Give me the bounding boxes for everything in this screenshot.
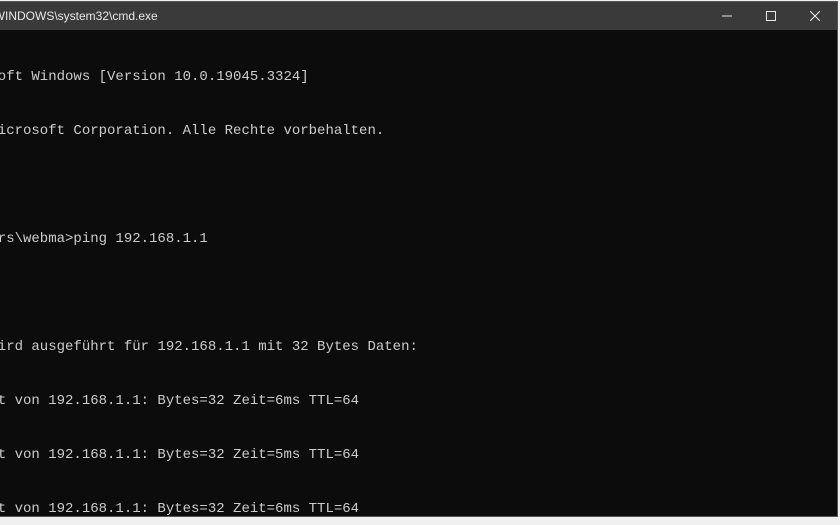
output-line — [0, 284, 837, 302]
minimize-icon — [722, 11, 732, 21]
terminal-output[interactable]: osoft Windows [Version 10.0.19045.3324] … — [0, 30, 837, 516]
output-line: wird ausgeführt für 192.168.1.1 mit 32 B… — [0, 338, 837, 356]
window-title: :\WINDOWS\system32\cmd.exe — [0, 9, 158, 23]
output-line: Microsoft Corporation. Alle Rechte vorbe… — [0, 122, 837, 140]
window-controls — [705, 2, 837, 30]
close-button[interactable] — [793, 2, 837, 30]
output-line: osoft Windows [Version 10.0.19045.3324] — [0, 68, 837, 86]
minimize-button[interactable] — [705, 2, 749, 30]
maximize-icon — [766, 11, 776, 21]
titlebar[interactable]: :\WINDOWS\system32\cmd.exe — [0, 2, 837, 30]
maximize-button[interactable] — [749, 2, 793, 30]
prompt-line: sers\webma>ping 192.168.1.1 — [0, 230, 837, 248]
cmd-window: :\WINDOWS\system32\cmd.exe osoft Windows… — [0, 1, 838, 517]
close-icon — [810, 11, 820, 21]
output-line: ort von 192.168.1.1: Bytes=32 Zeit=6ms T… — [0, 500, 837, 516]
output-line: ort von 192.168.1.1: Bytes=32 Zeit=5ms T… — [0, 446, 837, 464]
output-line — [0, 176, 837, 194]
titlebar-left: :\WINDOWS\system32\cmd.exe — [0, 9, 158, 23]
output-line: ort von 192.168.1.1: Bytes=32 Zeit=6ms T… — [0, 392, 837, 410]
